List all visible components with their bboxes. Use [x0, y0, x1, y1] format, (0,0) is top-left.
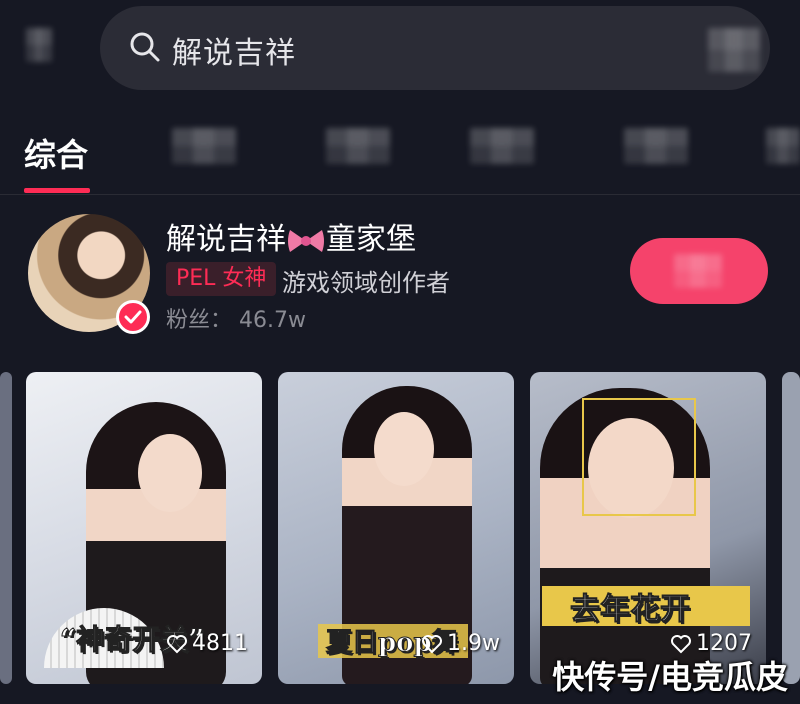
video-likes: 1.9w — [421, 631, 500, 656]
bow-icon — [286, 226, 326, 256]
video-likes-count: 4811 — [192, 631, 248, 656]
creator-description: 游戏领域创作者 — [282, 269, 450, 297]
tab-bar: 综合 — [0, 110, 800, 194]
tab-blurred-3[interactable] — [470, 128, 534, 164]
watermark: 快传号/电竞瓜皮 — [552, 658, 788, 696]
video-likes: 4811 — [166, 631, 248, 656]
video-caption: 去年花开 — [570, 592, 691, 628]
tab-blurred-5[interactable] — [766, 128, 800, 164]
video-card[interactable]: 去年花开 1207 — [530, 372, 766, 684]
follow-button-label — [674, 254, 722, 288]
verified-icon — [116, 300, 150, 334]
search-bar[interactable]: 解说吉祥 — [100, 6, 770, 90]
search-icon — [128, 30, 162, 64]
user-name-part2: 童家堡 — [326, 222, 416, 257]
fans-count: 粉丝： 46.7w — [166, 308, 306, 333]
video-card[interactable]: 夏日pop舞 1.9w — [278, 372, 514, 684]
video-card-partial-left[interactable] — [0, 372, 12, 684]
clear-search-icon[interactable] — [708, 28, 760, 72]
tab-blurred-4[interactable] — [624, 128, 688, 164]
tab-comprehensive[interactable]: 综合 — [24, 130, 88, 176]
heart-icon — [167, 634, 187, 653]
back-icon[interactable] — [26, 28, 52, 62]
tab-active-indicator — [24, 188, 90, 193]
video-face — [138, 434, 202, 512]
search-input[interactable]: 解说吉祥 — [172, 28, 296, 72]
video-face — [374, 412, 434, 486]
heart-icon — [671, 634, 691, 653]
video-likes-count: 1.9w — [447, 631, 500, 656]
user-name-part1: 解说吉祥 — [166, 222, 286, 257]
user-name[interactable]: 解说吉祥 童家堡 — [166, 214, 416, 258]
video-card-partial-right[interactable] — [782, 372, 800, 684]
follow-button[interactable] — [630, 238, 768, 304]
video-card[interactable]: “神奇开关” 4811 — [26, 372, 262, 684]
tabs-divider — [0, 194, 800, 195]
face-detect-frame — [582, 398, 696, 516]
pel-tag: PEL 女神 — [166, 262, 277, 296]
tab-blurred-2[interactable] — [326, 128, 390, 164]
tab-blurred-1[interactable] — [172, 128, 236, 164]
heart-icon — [422, 634, 443, 653]
